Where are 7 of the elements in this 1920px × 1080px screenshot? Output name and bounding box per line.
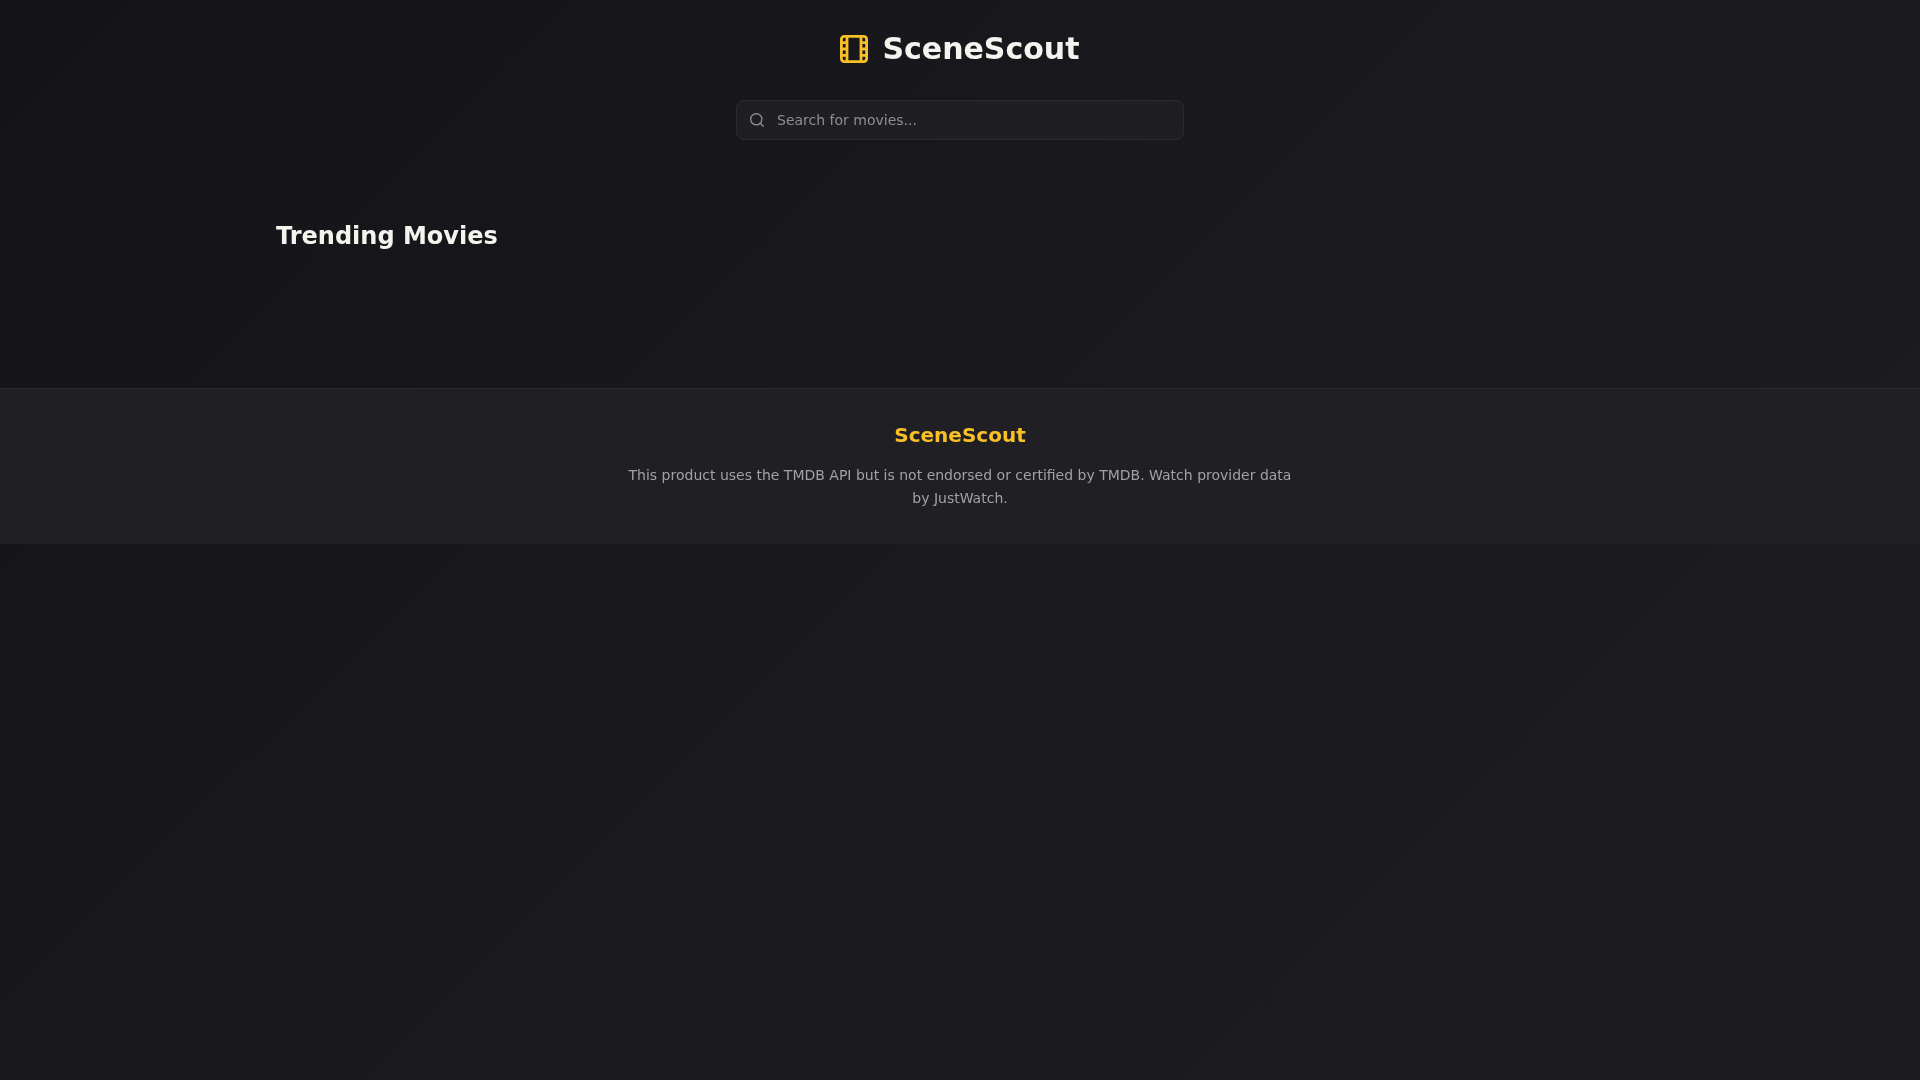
site-title: SceneScout <box>882 30 1080 68</box>
footer-note: This product uses the TMDB API but is not endorsed or certified by TMDB. Watch provider data by JustWatch. <box>627 466 1293 508</box>
film-icon <box>840 35 869 63</box>
search-field[interactable]: Search for movies... <box>736 100 1184 140</box>
section-heading: Trending Movies <box>276 221 498 252</box>
footer-title: SceneScout <box>894 422 1026 449</box>
search-icon <box>750 113 764 127</box>
